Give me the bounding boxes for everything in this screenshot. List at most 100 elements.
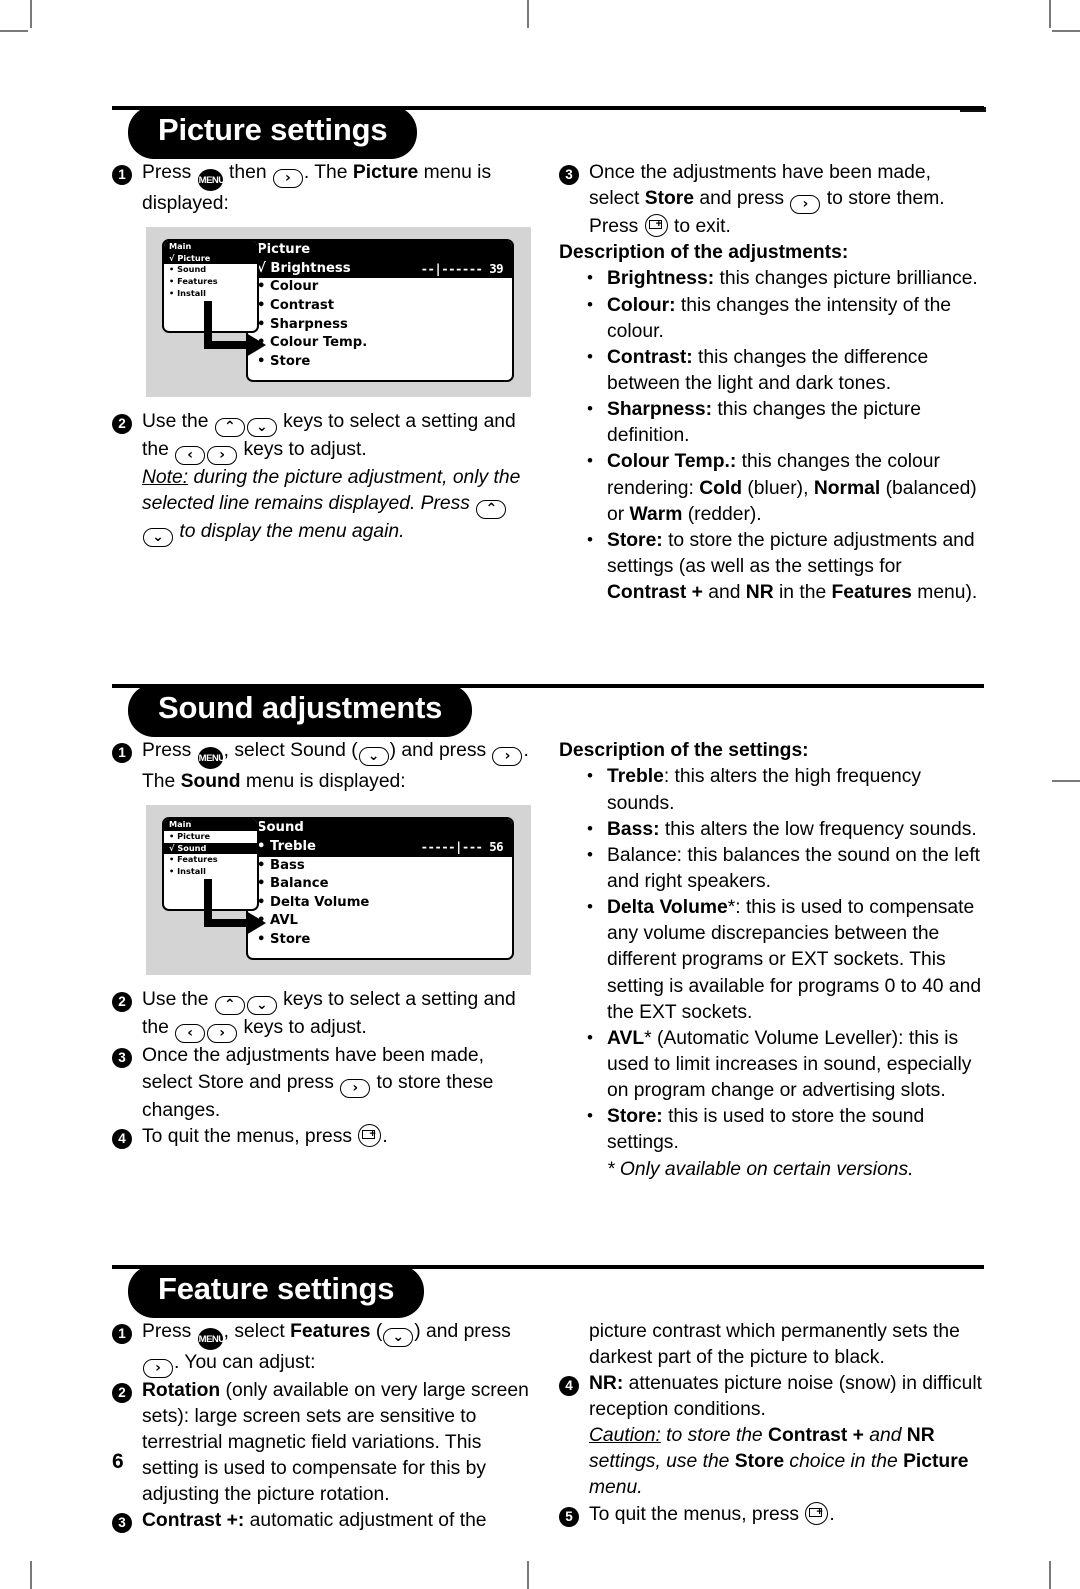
menu-key-icon: MENU: [197, 747, 225, 770]
item-text: (redder).: [682, 503, 762, 525]
item-label: AVL: [270, 913, 298, 929]
step-text-part: , select: [223, 1320, 291, 1342]
main-menu-item: • Install: [164, 288, 257, 300]
submenu-item: • Colour: [248, 278, 512, 297]
step-text-part: To quit the menus, press: [142, 1125, 358, 1147]
item-mark: √: [169, 842, 175, 853]
item-text: this changes picture brilliance.: [714, 268, 978, 290]
caution-bold: Store: [734, 1451, 785, 1473]
step-text: Rotation (only available on very large s…: [142, 1378, 537, 1509]
item-term: Bass:: [607, 818, 660, 840]
note-label: Note:: [142, 467, 189, 489]
page-number: 6: [112, 1450, 124, 1473]
item-label: Picture: [177, 830, 211, 841]
submenu-item: • Bass: [248, 857, 512, 876]
sound-step-2: 2 Use the ⌃ ⌄ keys to select a setting an…: [112, 987, 537, 1044]
item-mark: •: [169, 287, 175, 298]
sound-footnote: * Only available on certain versions.: [607, 1158, 914, 1180]
exit-key-icon: +: [805, 1501, 829, 1525]
section-title-feature: Feature settings: [128, 1264, 425, 1318]
item-bold: Warm: [629, 503, 683, 525]
step-number: 4: [112, 1128, 132, 1149]
step-text-bold: Store: [644, 188, 695, 210]
step-number: 1: [112, 165, 132, 185]
item-text: to store the picture adjustments and set…: [607, 529, 975, 577]
sound-menu-figure: Main • Picture √ Sound • Features • Inst…: [146, 805, 531, 976]
item-mark: •: [169, 865, 175, 876]
item-bold: Normal: [813, 477, 881, 499]
step-text-part: ) and press: [414, 1320, 511, 1342]
caution-bold: NR: [906, 1425, 935, 1447]
list-item: Brightness: this changes picture brillia…: [583, 266, 984, 292]
note-text: during the picture adjustment, only the …: [142, 467, 521, 515]
item-label: Sharpness: [270, 316, 348, 332]
item-mark: •: [169, 854, 175, 865]
caution-text: choice in the: [784, 1451, 904, 1473]
feature-continuation-text: picture contrast which permanently sets …: [589, 1320, 960, 1368]
step-number: 3: [112, 1513, 132, 1534]
main-menu-item: √ Picture: [164, 252, 257, 265]
main-menu-title: Main: [164, 819, 257, 831]
submenu-item: • Sharpness: [248, 316, 512, 335]
caution-bold: Picture: [903, 1451, 969, 1473]
menu-key-icon: MENU: [197, 1327, 225, 1350]
item-value: -----|--- 56: [420, 838, 504, 854]
crop-mark-bottom-center: [527, 1561, 529, 1589]
right-arrow-key-icon: ›: [143, 1358, 173, 1378]
item-term: Treble: [607, 766, 664, 788]
item-label: Delta Volume: [270, 894, 370, 910]
submenu-item: • Balance: [248, 875, 512, 894]
step-text-part: to exit.: [668, 216, 731, 238]
step-text: Once the adjustments have been made, sel…: [142, 1043, 537, 1123]
item-mark: √: [169, 252, 175, 263]
sound-desc-list: Treble: this alters the high frequency s…: [559, 764, 984, 1156]
manual-page: Picture settings 1 Press MENU then ›. Th…: [0, 0, 1080, 1589]
down-arrow-key-icon: ⌄: [246, 418, 277, 438]
main-menu-title: Main: [164, 241, 257, 253]
flow-arrow-icon: [204, 879, 266, 936]
item-label: Install: [177, 865, 206, 876]
note-text: to display the menu again.: [174, 521, 405, 543]
list-item: Bass: this alters the low frequency soun…: [583, 817, 984, 843]
item-label: Features: [177, 275, 218, 286]
step-text-part: Press: [142, 1320, 197, 1342]
step-text-part: . You can adjust:: [174, 1351, 316, 1373]
step-text-bold: Contrast +:: [142, 1510, 245, 1532]
main-menu-item: √ Sound: [164, 842, 257, 855]
down-arrow-key-icon: ⌄: [246, 996, 277, 1016]
list-item: Delta Volume*: this is used to compensat…: [583, 895, 984, 1026]
sound-right-column: Description of the settings: Treble: thi…: [559, 738, 984, 1182]
step-number: 2: [112, 1382, 132, 1403]
picture-right-column: 3 Once the adjustments have been made, s…: [559, 160, 984, 606]
caution-text: to store the: [660, 1425, 769, 1447]
submenu-title: Picture: [248, 241, 512, 260]
feature-left-column: 1 Press MENU, select Features (⌄) and pr…: [112, 1319, 537, 1535]
picture-step-1: 1 Press MENU then ›. The Picture menu is…: [112, 160, 537, 217]
exit-key-icon: +: [644, 214, 668, 238]
item-sep: *: [644, 1027, 652, 1049]
submenu-item: • Store: [248, 353, 512, 372]
up-arrow-key-icon: ⌃: [476, 500, 507, 520]
crop-mark-bottom-right: [1049, 1561, 1051, 1589]
step-text: To quit the menus, press +.: [142, 1123, 537, 1150]
caution-text: settings, use the: [589, 1451, 735, 1473]
step-number: 2: [112, 992, 132, 1013]
main-menu-item: • Features: [164, 854, 257, 866]
step-text-part: keys to adjust.: [238, 439, 367, 461]
step-text: Press MENU, select Features (⌄) and pres…: [142, 1319, 537, 1378]
list-item: Store: this is used to store the sound s…: [583, 1104, 984, 1156]
submenu-item: √ Brightness --|------ 39: [248, 259, 512, 279]
list-item: Sharpness: this changes the picture defi…: [583, 397, 984, 449]
up-arrow-key-icon: ⌃: [214, 996, 245, 1016]
picture-desc-heading: Description of the adjustments:: [559, 242, 849, 264]
item-term: Contrast:: [607, 346, 693, 368]
step-text-part: keys to adjust.: [238, 1017, 367, 1039]
step-text-part: Use the: [142, 989, 214, 1011]
item-sep: *:: [727, 897, 741, 919]
item-mark: •: [169, 264, 175, 275]
caution-text: menu.: [589, 1477, 643, 1499]
picture-step-2: 2 Use the ⌃ ⌄ keys to select a setting an…: [112, 409, 537, 548]
picture-note: Note: during the picture adjustment, onl…: [142, 465, 537, 548]
step-text-part: attenuates picture noise (snow) in diffi…: [589, 1372, 982, 1421]
step-number: 4: [559, 1375, 579, 1396]
